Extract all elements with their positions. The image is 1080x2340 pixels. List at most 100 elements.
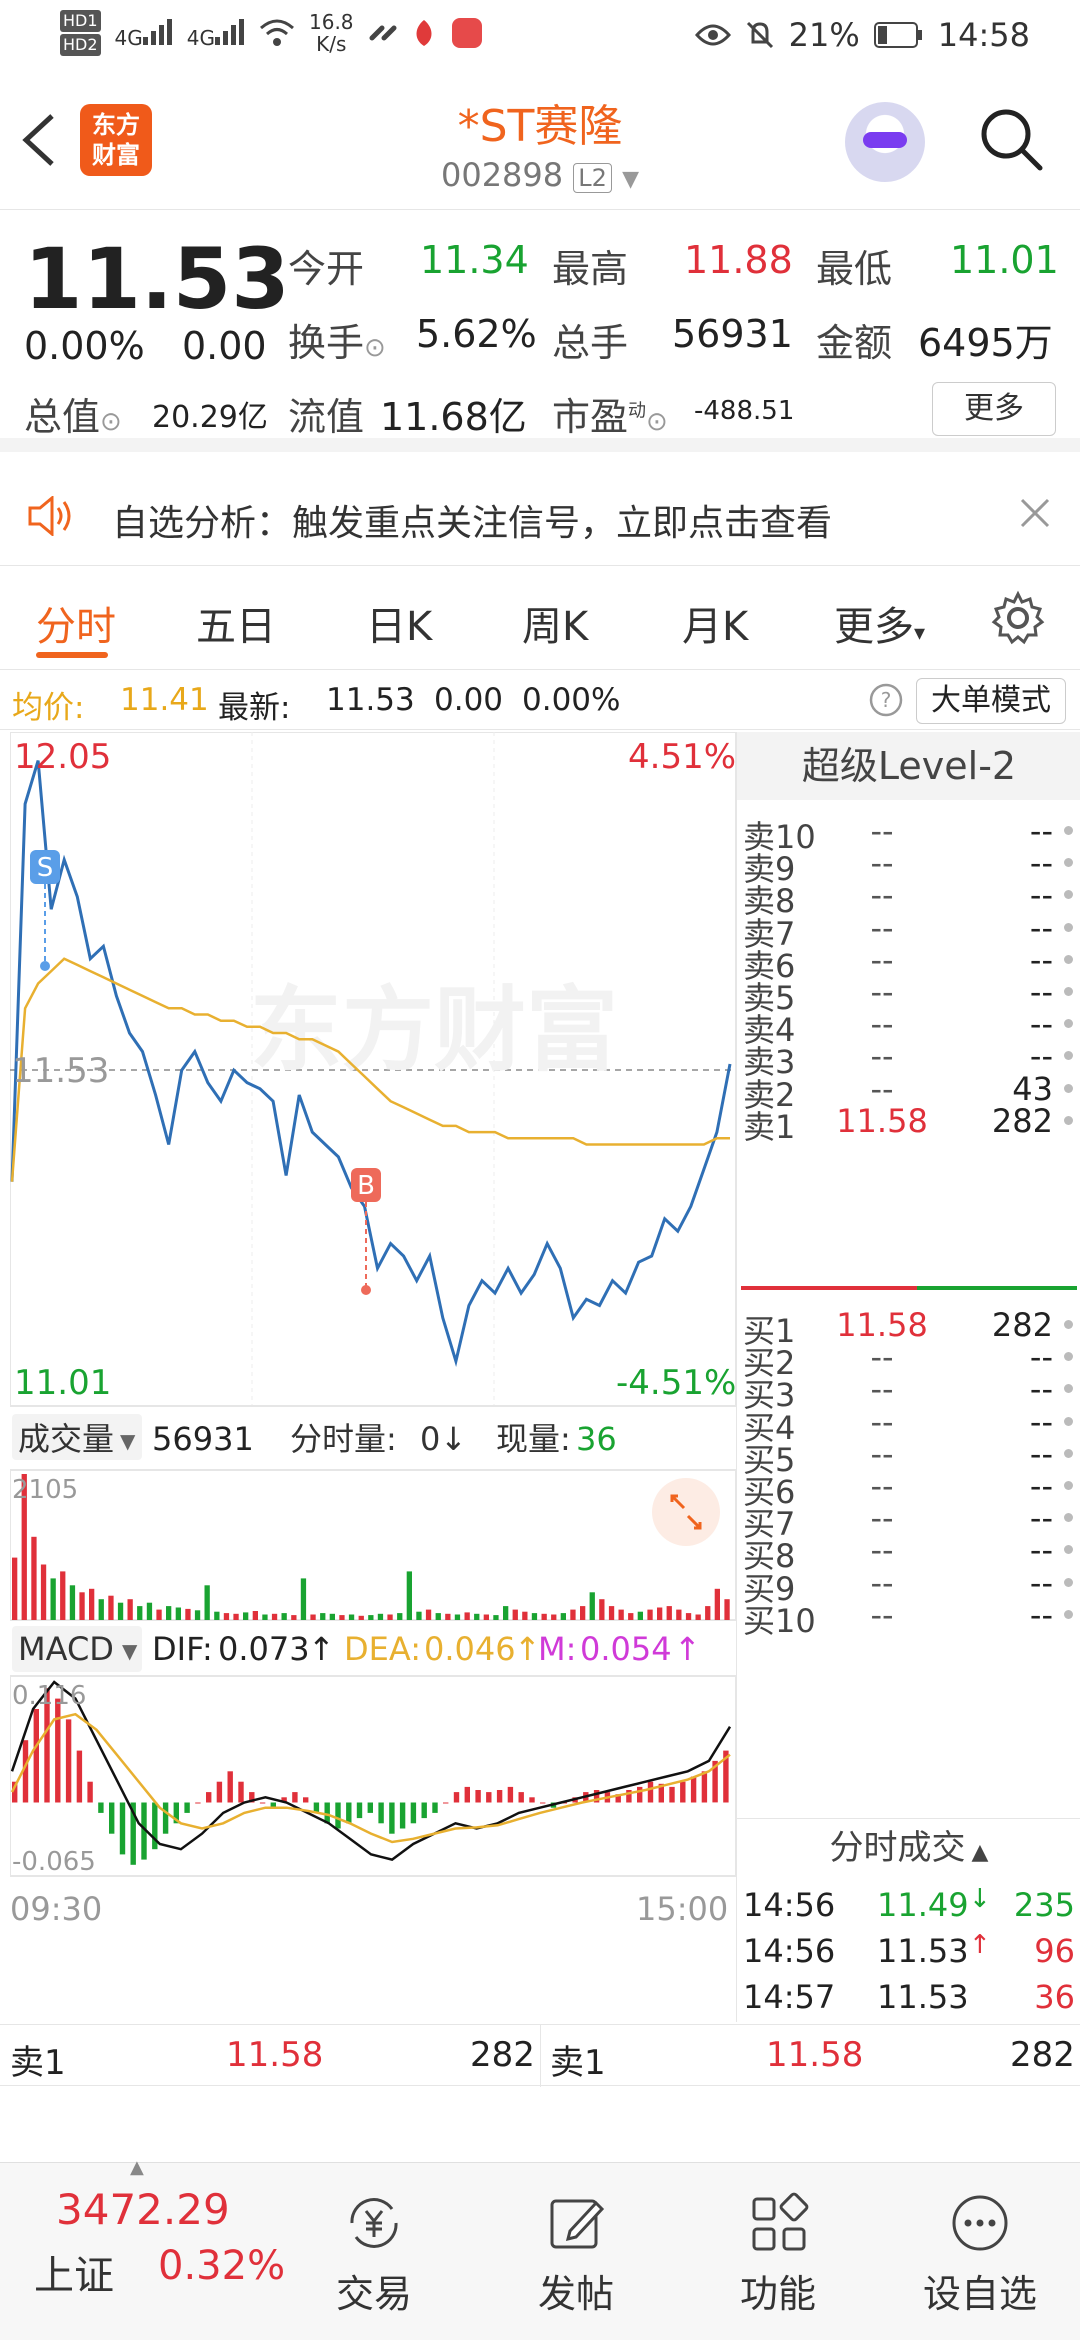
- trade-row: 14:57 11.53 36: [737, 1972, 1080, 2022]
- volume-bar: [464, 1612, 470, 1620]
- macd-bar: [87, 1781, 93, 1803]
- tab-daily-k[interactable]: 日K: [366, 594, 432, 652]
- sell-signal-marker[interactable]: S: [30, 850, 60, 971]
- price-axis-low: 11.01: [14, 1363, 111, 1403]
- avg-value: 11.41: [120, 682, 209, 718]
- volume-bar: [69, 1585, 76, 1620]
- level-dot-icon: [1064, 1115, 1073, 1125]
- index-name: 上证: [34, 2253, 114, 2299]
- expand-chart-button[interactable]: [652, 1478, 720, 1546]
- mktcap-label: 总值⊙: [24, 395, 122, 439]
- dif-value: 0.073: [218, 1630, 310, 1668]
- index-ticker[interactable]: ▲ 3472.29 上证 0.32%: [0, 2157, 285, 2340]
- price-axis-high: 12.05: [14, 737, 111, 777]
- bid-ask-divider: [741, 1286, 1077, 1290]
- info-icon[interactable]: ⊙: [646, 407, 668, 437]
- info-line: 均价: 11.41 最新: 11.53 0.00 0.00% ? 大单模式: [0, 672, 1080, 730]
- volume-bars: [12, 1474, 730, 1620]
- notice-bar[interactable]: 自选分析：触发重点关注信号，立即点击查看: [0, 466, 1080, 566]
- volume-bar: [724, 1599, 730, 1620]
- volume-select-label: 成交量: [18, 1420, 114, 1458]
- bid-price: --: [870, 1595, 894, 1634]
- volume-bar: [214, 1611, 220, 1620]
- macd-bar: [33, 1709, 39, 1803]
- robot-avatar[interactable]: [845, 102, 925, 182]
- search-icon[interactable]: [978, 106, 1044, 172]
- level-dot-icon: [1064, 954, 1073, 964]
- volume-bar: [493, 1615, 499, 1620]
- volume-bar: [98, 1599, 104, 1620]
- level-dot-icon: [1064, 987, 1073, 996]
- pct-axis-low: -4.51%: [616, 1363, 736, 1403]
- level2-title[interactable]: 超级Level-2: [737, 732, 1080, 800]
- ask-row[interactable]: 卖1 11.58 282: [737, 1096, 1080, 1146]
- volume-bar: [117, 1602, 124, 1620]
- macd-bar: [518, 1792, 524, 1803]
- status-bar: HD1 HD2 4G 4G 16.8 K/s 21% 14:58: [0, 0, 1080, 70]
- macd-bar: [464, 1786, 470, 1803]
- trade-row: 14:56 11.49 ↓ 235: [737, 1880, 1080, 1930]
- more-button[interactable]: 更多: [932, 382, 1056, 436]
- volume-bar: [445, 1613, 451, 1620]
- trade-time: 14:56: [743, 1932, 836, 1970]
- amount-value: 6495万: [918, 321, 1053, 365]
- macd-bar: [496, 1790, 503, 1803]
- tab-five-day[interactable]: 五日: [196, 594, 276, 652]
- current-volume-label: 现量:: [496, 1420, 571, 1458]
- app-notify-icon: [416, 20, 432, 46]
- turnover-label: 换手⊙: [288, 321, 386, 365]
- low-label: 最低: [816, 247, 893, 291]
- volume-bar: [628, 1613, 634, 1620]
- big-order-mode-button[interactable]: 大单模式: [916, 678, 1066, 724]
- chevron-down-icon: ▼: [622, 167, 640, 192]
- tab-intraday[interactable]: 分时: [36, 594, 116, 652]
- volume-bar: [329, 1613, 335, 1620]
- hd1-icon: HD1: [60, 10, 101, 32]
- volume-bar: [252, 1611, 258, 1620]
- volume-bar: [320, 1613, 326, 1620]
- volume-bar: [608, 1606, 615, 1620]
- macd-lines: [10, 1680, 732, 1861]
- info-icon[interactable]: ⊙: [364, 333, 386, 363]
- help-icon[interactable]: ?: [868, 682, 904, 718]
- tick-volume-value: 0: [420, 1420, 440, 1458]
- intraday-chart[interactable]: 东方财富 12.05 4.51% 11.53 11.01 -4.51% S B …: [9, 731, 737, 2022]
- tab-monthly-k[interactable]: 月K: [682, 594, 748, 652]
- volume-bar: [262, 1614, 268, 1620]
- volume-bar: [666, 1606, 672, 1620]
- ask1-price: 11.58: [226, 2035, 324, 2075]
- volume-bar: [185, 1608, 191, 1620]
- trade-volume: 36: [1034, 1978, 1075, 2016]
- macd-bar: [637, 1786, 643, 1803]
- tab-more[interactable]: 更多▾: [834, 594, 925, 652]
- macd-bar: [346, 1802, 352, 1824]
- intraday-chart-area[interactable]: 东方财富 12.05 4.51% 11.53 11.01 -4.51% S B …: [9, 731, 737, 2022]
- change-abs: 0.00: [182, 324, 267, 368]
- volume-bar: [676, 1609, 682, 1620]
- level-dot-icon: [1064, 1577, 1073, 1587]
- buy-signal-marker[interactable]: B: [351, 1168, 381, 1295]
- trades-title[interactable]: 分时成交 ▲: [737, 1818, 1080, 1878]
- tab-weekly-k[interactable]: 周K: [522, 594, 588, 652]
- info-icon[interactable]: ⊙: [100, 407, 122, 437]
- level-dot-icon: [1064, 1384, 1073, 1394]
- volume-bar: [175, 1607, 181, 1620]
- volume-bar: [194, 1610, 201, 1620]
- current-volume-value: 36: [576, 1420, 617, 1458]
- index-value: 3472.29: [56, 2185, 230, 2234]
- volume-bar: [705, 1606, 711, 1620]
- bid-row[interactable]: 买10 -- --: [737, 1590, 1080, 1640]
- active-tab-indicator: [36, 652, 108, 658]
- volume-bar: [40, 1564, 47, 1620]
- stock-header: 东方 财富 *ST赛隆 002898 L2 ▼: [0, 70, 1080, 210]
- volume-total: 56931: [152, 1420, 254, 1458]
- quote-panel: 11.53 0.00% 0.00 今开 11.34 最高 11.88 最低 11…: [0, 212, 1080, 452]
- change-percent: 0.00%: [24, 324, 145, 368]
- volume-bar: [204, 1585, 210, 1620]
- close-icon[interactable]: [1018, 496, 1052, 530]
- svg-text:B: B: [357, 1171, 375, 1201]
- settings-gear-icon[interactable]: [990, 590, 1046, 646]
- macd-bar: [410, 1802, 417, 1824]
- grid-icon: [752, 2192, 809, 2251]
- trade-price: 11.53: [877, 1978, 969, 2016]
